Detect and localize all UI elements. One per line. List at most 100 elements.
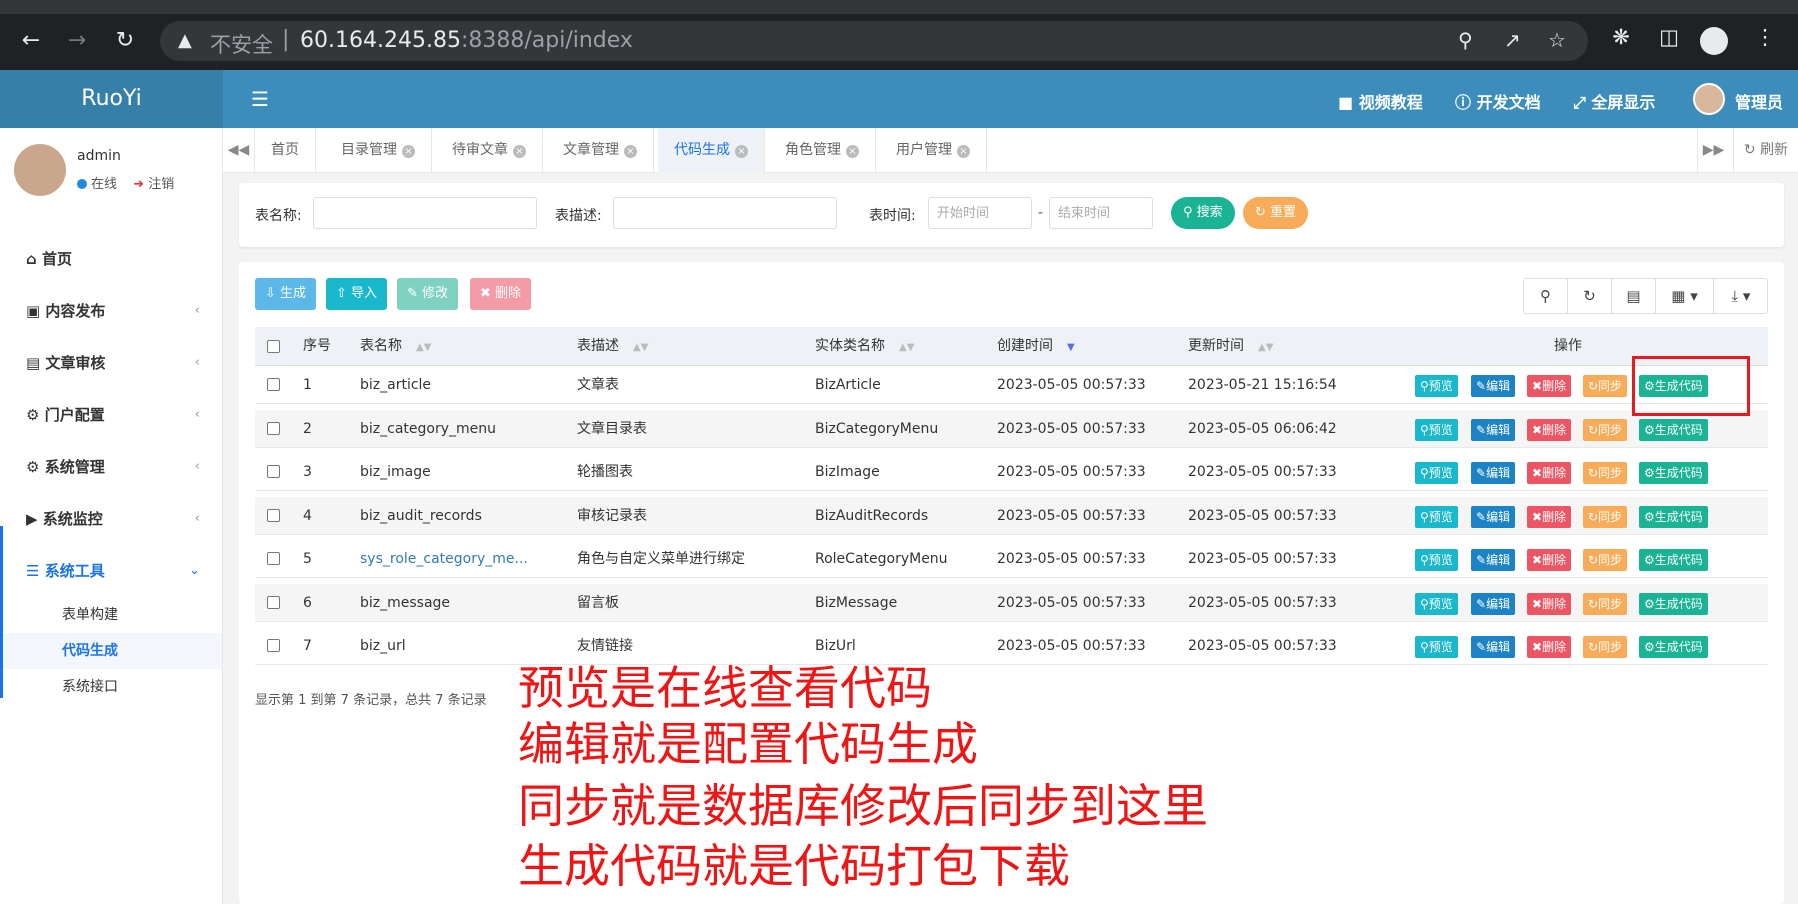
sync-button[interactable]: ↻同步 bbox=[1583, 505, 1628, 528]
table-desc-input[interactable] bbox=[613, 197, 837, 229]
tab-home[interactable]: 首页 bbox=[255, 128, 316, 173]
tabs-scroll-right-icon[interactable]: ▶▶ bbox=[1697, 128, 1729, 173]
dev-docs-link[interactable]: ⓘ 开发文档 bbox=[1455, 89, 1541, 113]
edit-row-button[interactable]: ✎编辑 bbox=[1471, 549, 1516, 571]
gen-code-button[interactable]: ⚙生成代码 bbox=[1639, 592, 1708, 615]
sidebar-subitem-form-builder[interactable]: 表单构建 bbox=[0, 597, 222, 633]
user-menu[interactable]: 管理员 bbox=[1735, 89, 1783, 113]
delete-row-button[interactable]: ✖删除 bbox=[1527, 418, 1572, 441]
gen-code-button[interactable]: ⚙生成代码 bbox=[1639, 549, 1708, 571]
sidebar-item-system-tools[interactable]: ☰ 系统工具 ⌄ bbox=[0, 549, 222, 593]
preview-button[interactable]: ⚲预览 bbox=[1415, 418, 1458, 441]
import-button[interactable]: ⇧ 导入 bbox=[326, 278, 388, 310]
fullscreen-link[interactable]: ⤢ 全屏显示 bbox=[1573, 89, 1655, 113]
refresh-button[interactable]: ↻ 刷新 bbox=[1732, 128, 1798, 173]
tabs-scroll-left-icon[interactable]: ◀◀ bbox=[223, 128, 255, 173]
edit-row-button[interactable]: ✎编辑 bbox=[1471, 418, 1516, 441]
generate-button[interactable]: ⇩ 生成 bbox=[255, 278, 317, 310]
tab-catalog[interactable]: 目录管理 × bbox=[325, 128, 432, 173]
select-all-checkbox[interactable] bbox=[267, 340, 280, 353]
zoom-icon[interactable]: ⚲ bbox=[1458, 28, 1473, 52]
row-checkbox[interactable] bbox=[267, 639, 280, 652]
reset-button[interactable]: ↻ 重置 bbox=[1243, 197, 1309, 229]
edit-row-button[interactable]: ✎编辑 bbox=[1471, 592, 1516, 615]
back-icon[interactable]: ← bbox=[16, 26, 46, 56]
table-cell[interactable]: sys_role_category_me... bbox=[360, 540, 528, 578]
table-name-input[interactable] bbox=[313, 197, 537, 229]
sync-button[interactable]: ↻同步 bbox=[1583, 592, 1628, 615]
edit-row-button[interactable]: ✎编辑 bbox=[1471, 505, 1516, 528]
user-avatar[interactable] bbox=[1693, 83, 1725, 115]
search-button[interactable]: ⚲ 搜索 bbox=[1171, 197, 1235, 229]
tab-article[interactable]: 文章管理 × bbox=[547, 128, 654, 173]
close-icon[interactable]: × bbox=[624, 145, 637, 158]
th-update-time[interactable]: 更新时间 ▲▼ bbox=[1188, 327, 1273, 366]
sidebar-item-article-audit[interactable]: ▤ 文章审核 ‹ bbox=[0, 341, 222, 385]
row-checkbox[interactable] bbox=[267, 552, 280, 565]
delete-row-button[interactable]: ✖删除 bbox=[1527, 636, 1572, 658]
delete-row-button[interactable]: ✖删除 bbox=[1527, 505, 1572, 528]
app-logo[interactable]: RuoYi bbox=[0, 70, 223, 128]
video-tutorial-link[interactable]: ■ 视频教程 bbox=[1338, 89, 1423, 113]
preview-button[interactable]: ⚲预览 bbox=[1415, 636, 1458, 658]
menu-kebab-icon[interactable]: ⋮ bbox=[1750, 25, 1780, 49]
row-checkbox[interactable] bbox=[267, 508, 280, 522]
close-icon[interactable]: × bbox=[957, 145, 970, 158]
close-icon[interactable]: × bbox=[402, 145, 415, 158]
start-time-input[interactable] bbox=[928, 197, 1032, 229]
close-icon[interactable]: × bbox=[513, 145, 526, 158]
refresh-icon[interactable]: ↻ bbox=[1568, 279, 1612, 313]
address-bar[interactable]: ▲ 不安全 | 60.164.245.85:8388/api/index ⚲ ↗… bbox=[160, 21, 1588, 61]
tab-user[interactable]: 用户管理 × bbox=[880, 128, 987, 173]
sync-button[interactable]: ↻同步 bbox=[1583, 375, 1628, 397]
edit-button[interactable]: ✎ 修改 bbox=[397, 278, 459, 310]
extensions-icon[interactable]: ❋ bbox=[1606, 25, 1636, 49]
sync-button[interactable]: ↻同步 bbox=[1583, 462, 1628, 484]
edit-row-button[interactable]: ✎编辑 bbox=[1471, 462, 1516, 484]
close-icon[interactable]: × bbox=[735, 145, 748, 158]
share-icon[interactable]: ↗ bbox=[1504, 28, 1521, 52]
delete-row-button[interactable]: ✖删除 bbox=[1527, 549, 1572, 571]
th-table-desc[interactable]: 表描述 ▲▼ bbox=[577, 327, 648, 366]
edit-row-button[interactable]: ✎编辑 bbox=[1471, 375, 1516, 397]
row-checkbox[interactable] bbox=[267, 378, 280, 391]
sync-button[interactable]: ↻同步 bbox=[1583, 549, 1628, 571]
columns-icon[interactable]: ▦ ▾ bbox=[1656, 279, 1714, 313]
gen-code-button[interactable]: ⚙生成代码 bbox=[1639, 418, 1708, 441]
delete-row-button[interactable]: ✖删除 bbox=[1527, 592, 1572, 615]
edit-row-button[interactable]: ✎编辑 bbox=[1471, 636, 1516, 658]
preview-button[interactable]: ⚲预览 bbox=[1415, 592, 1458, 615]
row-checkbox[interactable] bbox=[267, 421, 280, 435]
th-entity-class[interactable]: 实体类名称 ▲▼ bbox=[815, 327, 914, 366]
sidebar-item-home[interactable]: ⌂ 首页 bbox=[0, 237, 222, 281]
row-checkbox[interactable] bbox=[267, 595, 280, 609]
gen-code-button[interactable]: ⚙生成代码 bbox=[1639, 636, 1708, 658]
preview-button[interactable]: ⚲预览 bbox=[1415, 505, 1458, 528]
delete-button[interactable]: ✖ 删除 bbox=[470, 278, 532, 310]
delete-row-button[interactable]: ✖删除 bbox=[1527, 375, 1572, 397]
search-icon[interactable]: ⚲ bbox=[1524, 279, 1568, 313]
bookmark-star-icon[interactable]: ☆ bbox=[1548, 28, 1566, 52]
toggle-view-icon[interactable]: ▤ bbox=[1612, 279, 1656, 313]
forward-icon[interactable]: → bbox=[62, 26, 92, 56]
th-create-time[interactable]: 创建时间 ▼ bbox=[997, 327, 1075, 366]
sidebar-subitem-code-gen[interactable]: 代码生成 bbox=[0, 633, 222, 669]
row-checkbox[interactable] bbox=[267, 465, 280, 478]
sidebar-item-system-manage[interactable]: ⚙ 系统管理 ‹ bbox=[0, 445, 222, 489]
sync-button[interactable]: ↻同步 bbox=[1583, 636, 1628, 658]
sidebar-item-system-monitor[interactable]: ▶ 系统监控 ‹ bbox=[0, 497, 222, 541]
sync-button[interactable]: ↻同步 bbox=[1583, 418, 1628, 441]
delete-row-button[interactable]: ✖删除 bbox=[1527, 462, 1572, 484]
export-icon[interactable]: ⤓ ▾ bbox=[1714, 279, 1768, 313]
hamburger-icon[interactable]: ☰ bbox=[251, 87, 269, 111]
tab-pending[interactable]: 待审文章 × bbox=[436, 128, 543, 173]
tab-role[interactable]: 角色管理 × bbox=[769, 128, 876, 173]
profile-icon[interactable] bbox=[1700, 27, 1728, 55]
logout-link[interactable]: ➜ 注销 bbox=[133, 177, 174, 192]
gen-code-button[interactable]: ⚙生成代码 bbox=[1639, 462, 1708, 484]
end-time-input[interactable] bbox=[1049, 197, 1153, 229]
reload-icon[interactable]: ↻ bbox=[110, 26, 140, 56]
preview-button[interactable]: ⚲预览 bbox=[1415, 549, 1458, 571]
gen-code-button[interactable]: ⚙生成代码 bbox=[1639, 505, 1708, 528]
th-table-name[interactable]: 表名称 ▲▼ bbox=[360, 327, 431, 366]
